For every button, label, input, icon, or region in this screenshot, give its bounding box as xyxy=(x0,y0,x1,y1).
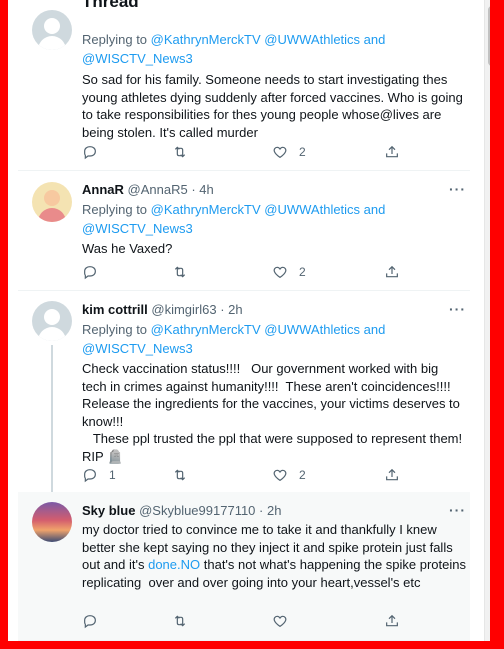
share-icon xyxy=(386,614,398,627)
browser-viewport: Thread Replying to @KathrynMerckTV @UWWA… xyxy=(8,0,490,641)
avatar[interactable] xyxy=(32,502,72,542)
retweet-icon xyxy=(174,266,186,278)
tweet-actions: 1 2 xyxy=(82,466,412,484)
reply-button[interactable] xyxy=(82,143,109,161)
tweet-text: Check vaccination status!!!! Our governm… xyxy=(82,361,463,464)
reply-icon xyxy=(84,146,96,160)
tweet-time[interactable]: · 2h xyxy=(259,503,281,518)
tweet-time[interactable]: · 4h xyxy=(191,182,213,197)
heart-icon xyxy=(273,469,287,482)
retweet-icon xyxy=(174,469,186,481)
like-button[interactable]: 2 xyxy=(272,263,306,281)
inline-link[interactable]: done.NO xyxy=(148,557,200,572)
tweet-1[interactable]: Replying to @KathrynMerckTV @UWWAthletic… xyxy=(18,0,470,171)
thread-connector-line xyxy=(51,345,53,492)
tweet-text: Was he Vaxed? xyxy=(82,241,173,256)
share-icon xyxy=(386,145,398,158)
reply-icon xyxy=(84,266,96,280)
author-handle[interactable]: @AnnaR5 xyxy=(128,182,188,197)
more-options-icon[interactable]: ··· xyxy=(449,502,466,518)
share-icon xyxy=(386,468,398,481)
avatar[interactable] xyxy=(32,182,72,222)
like-button[interactable]: 2 xyxy=(272,466,306,484)
tweet-text: my doctor tried to convince me to take i… xyxy=(82,522,470,590)
thread-feed: Thread Replying to @KathrynMerckTV @UWWA… xyxy=(18,0,470,641)
retweet-button[interactable] xyxy=(172,263,199,281)
tweet-2[interactable]: AnnaR @AnnaR5 · 4h ··· Replying to @Kath… xyxy=(18,171,470,291)
author-handle[interactable]: @kimgirl63 xyxy=(151,302,216,317)
share-button[interactable] xyxy=(384,612,400,630)
author-handle[interactable]: @Skyblue99177110 xyxy=(139,503,255,518)
tweet-actions xyxy=(82,612,412,630)
heart-icon xyxy=(273,266,287,279)
avatar[interactable] xyxy=(32,10,72,50)
tweet-3[interactable]: kim cottrill @kimgirl63 · 2h ··· Replyin… xyxy=(18,291,470,492)
avatar[interactable] xyxy=(32,301,72,341)
replying-to: Replying to @KathrynMerckTV @UWWAthletic… xyxy=(82,322,386,356)
heart-icon xyxy=(273,615,287,628)
reply-button[interactable] xyxy=(82,263,109,281)
share-button[interactable] xyxy=(384,263,400,281)
retweet-button[interactable] xyxy=(172,466,199,484)
reply-icon xyxy=(84,469,96,483)
tweet-text: So sad for his family. Someone needs to … xyxy=(82,72,467,140)
author-name[interactable]: Sky blue xyxy=(82,503,135,518)
heart-icon xyxy=(273,146,287,159)
border-right xyxy=(490,0,504,649)
like-button[interactable] xyxy=(272,612,299,630)
more-options-icon[interactable]: ··· xyxy=(449,301,466,317)
author-name[interactable]: kim cottrill xyxy=(82,302,148,317)
retweet-button[interactable] xyxy=(172,612,199,630)
replying-to: Replying to @KathrynMerckTV @UWWAthletic… xyxy=(82,202,386,236)
more-options-icon[interactable]: ··· xyxy=(449,181,466,197)
reply-button[interactable]: 1 xyxy=(82,466,116,484)
retweet-icon xyxy=(174,146,186,158)
reply-button[interactable] xyxy=(82,612,109,630)
share-icon xyxy=(386,265,398,278)
replying-to: Replying to @KathrynMerckTV @UWWAthletic… xyxy=(82,32,386,66)
retweet-icon xyxy=(174,615,186,627)
tweet-actions: 2 xyxy=(82,263,412,281)
retweet-button[interactable] xyxy=(172,143,199,161)
tweet-actions: 2 xyxy=(82,143,412,161)
share-button[interactable] xyxy=(384,466,400,484)
like-button[interactable]: 2 xyxy=(272,143,306,161)
share-button[interactable] xyxy=(384,143,400,161)
tweet-time[interactable]: · 2h xyxy=(220,302,242,317)
reply-icon xyxy=(84,615,96,629)
author-name[interactable]: AnnaR xyxy=(82,182,124,197)
tweet-4[interactable]: Sky blue @Skyblue99177110 · 2h ··· my do… xyxy=(18,492,470,641)
